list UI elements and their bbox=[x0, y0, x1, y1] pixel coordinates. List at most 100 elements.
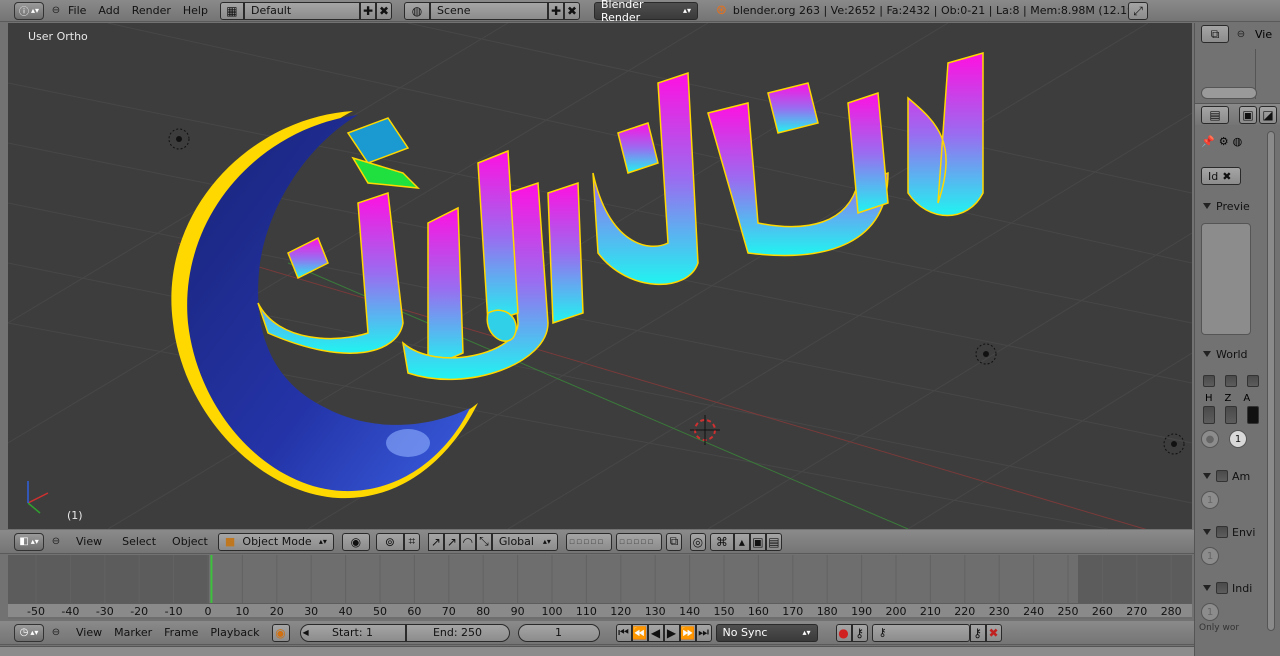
ambient-occlusion-checkbox[interactable] bbox=[1216, 470, 1228, 482]
menu-view[interactable]: View bbox=[70, 626, 108, 639]
lock-layers-icon[interactable]: ⧉ bbox=[665, 532, 682, 551]
menu-render[interactable]: Render bbox=[126, 4, 177, 17]
menu-object[interactable]: Object bbox=[166, 535, 214, 548]
properties-scrollbar[interactable] bbox=[1267, 131, 1275, 631]
menu-playback[interactable]: Playback bbox=[204, 626, 265, 639]
decrement-arrow-icon: ◀ bbox=[302, 628, 309, 637]
unlink-icon[interactable]: ✖ bbox=[1222, 170, 1231, 183]
add-layout-icon[interactable]: ✚ bbox=[359, 1, 376, 20]
play-reverse-icon[interactable]: ◀ bbox=[647, 623, 664, 642]
indirect-lighting-checkbox[interactable] bbox=[1216, 582, 1228, 594]
ambient-color[interactable] bbox=[1247, 406, 1259, 424]
preview-header[interactable]: Previe bbox=[1216, 200, 1250, 213]
world-color-swatch[interactable] bbox=[1225, 375, 1237, 387]
manipulator-scale-icon[interactable]: ⤡ bbox=[475, 532, 492, 551]
menu-marker[interactable]: Marker bbox=[108, 626, 158, 639]
collapse-menus-icon[interactable]: ⊖ bbox=[50, 5, 62, 17]
layer-grid-right[interactable]: ▫▫▫▫▫ bbox=[615, 532, 662, 551]
lamp-icon[interactable] bbox=[1163, 433, 1185, 455]
menu-frame[interactable]: Frame bbox=[158, 626, 204, 639]
timeline-editor[interactable]: -50 -40 -30 -20 -10 0 10 20 30 40 50 60 70 80 90 100 110… bbox=[8, 555, 1192, 619]
collapse-menus-icon[interactable]: ⊖ bbox=[50, 536, 62, 548]
pivot-point-icon[interactable]: ⊚ bbox=[375, 532, 404, 551]
delete-layout-icon[interactable]: ✖ bbox=[375, 1, 392, 20]
layers-toggle-icon[interactable]: ⌗ bbox=[403, 532, 420, 551]
timeline-tick-label: 230 bbox=[988, 605, 1010, 618]
proportional-edit-icon[interactable]: ◎ bbox=[689, 532, 706, 551]
fullscreen-icon[interactable]: ⤢ bbox=[1128, 2, 1148, 20]
delete-scene-icon[interactable]: ✖ bbox=[563, 1, 580, 20]
scene-field[interactable]: Scene bbox=[429, 1, 548, 20]
world-color-swatch[interactable] bbox=[1247, 375, 1259, 387]
indirect-lighting-header[interactable]: Indi bbox=[1232, 582, 1252, 595]
world-color-swatch[interactable] bbox=[1203, 375, 1215, 387]
horizon-color[interactable] bbox=[1203, 406, 1215, 424]
transform-orientation-dropdown[interactable]: Global ▴▾ bbox=[491, 532, 558, 551]
delete-keyframe-icon[interactable]: ✖ bbox=[985, 623, 1002, 642]
end-frame-field[interactable]: End: 250 bbox=[405, 623, 510, 642]
insert-keyframe-icon[interactable]: ⚷ bbox=[969, 623, 986, 642]
jump-to-keyframe-forward-icon[interactable]: ⏩ bbox=[679, 623, 696, 642]
jump-to-end-icon[interactable]: ⏭ bbox=[695, 623, 712, 642]
lamp-icon[interactable] bbox=[168, 128, 190, 150]
menu-select[interactable]: Select bbox=[116, 535, 162, 548]
environment-lighting-header[interactable]: Envi bbox=[1232, 526, 1256, 539]
menu-view-truncated[interactable]: Vie bbox=[1255, 28, 1272, 41]
menu-file[interactable]: File bbox=[62, 4, 92, 17]
zenith-color[interactable] bbox=[1225, 406, 1237, 424]
editor-type-button[interactable]: ⓘ ▴▾ bbox=[14, 1, 44, 20]
indirect-factor[interactable]: 1 bbox=[1201, 603, 1219, 621]
collapse-menus-icon[interactable]: ⊖ bbox=[1235, 28, 1247, 40]
screen-layout-field[interactable]: Default bbox=[243, 1, 360, 20]
menu-help[interactable]: Help bbox=[177, 4, 214, 17]
environment-lighting-checkbox[interactable] bbox=[1216, 526, 1228, 538]
sync-mode-dropdown[interactable]: No Sync ▴▾ bbox=[715, 623, 818, 642]
play-icon[interactable]: ▶ bbox=[663, 623, 680, 642]
pin-icon[interactable]: 📌 bbox=[1201, 135, 1215, 148]
preview-range-icon[interactable]: ◉ bbox=[271, 623, 290, 642]
current-frame-field[interactable]: 1 bbox=[517, 623, 600, 642]
snap-element-icon[interactable]: ▴ bbox=[733, 532, 750, 551]
lamp-icon[interactable] bbox=[975, 343, 997, 365]
world-header[interactable]: World bbox=[1216, 348, 1248, 361]
3d-viewport[interactable]: User Ortho (1) bbox=[8, 23, 1192, 529]
blend-sky-toggle[interactable]: 1 bbox=[1229, 430, 1247, 448]
translate-manipulator-icon[interactable]: ↗ bbox=[427, 532, 444, 551]
keying-set-field[interactable]: ⚷ bbox=[871, 623, 970, 642]
collapse-menus-icon[interactable]: ⊖ bbox=[50, 627, 62, 639]
env-energy[interactable]: 1 bbox=[1201, 547, 1219, 565]
snap-icon[interactable]: ⌘ bbox=[709, 532, 734, 551]
3d-cursor-icon[interactable] bbox=[690, 415, 720, 445]
manipulator-rotate-icon[interactable]: ◠ bbox=[459, 532, 476, 551]
add-scene-icon[interactable]: ✚ bbox=[547, 1, 564, 20]
render-engine-dropdown[interactable]: Blender Render ▴▾ bbox=[593, 0, 698, 24]
mode-dropdown[interactable]: ■ Object Mode ▴▾ bbox=[217, 532, 334, 551]
scene-tab-icon[interactable]: ◪ bbox=[1259, 105, 1277, 124]
menu-view[interactable]: View bbox=[70, 535, 108, 548]
paper-sky-toggle[interactable]: ● bbox=[1201, 430, 1219, 448]
record-icon[interactable]: ● bbox=[835, 623, 852, 642]
start-frame-field[interactable]: ◀ Start: 1 bbox=[299, 623, 406, 642]
editor-type-button[interactable]: ⧉ bbox=[1201, 25, 1229, 43]
manipulator-move-icon[interactable]: ↗ bbox=[443, 532, 460, 551]
keying-set-icon[interactable]: ⚷ bbox=[851, 623, 868, 642]
viewport-shading-icon[interactable]: ◉ bbox=[341, 532, 370, 551]
jump-to-start-icon[interactable]: ⏮ bbox=[615, 623, 632, 642]
ao-factor[interactable]: 1 bbox=[1201, 491, 1219, 509]
world-id-field[interactable]: Id ✖ bbox=[1201, 167, 1241, 185]
timeline-ruler[interactable]: -50 -40 -30 -20 -10 0 10 20 30 40 50 60 70 80 90 100 110… bbox=[8, 603, 1192, 618]
render-image-icon[interactable]: ▣ bbox=[749, 532, 766, 551]
scene-icon[interactable]: ◍ bbox=[403, 1, 430, 20]
ambient-occlusion-header[interactable]: Am bbox=[1232, 470, 1250, 483]
render-tab-icon[interactable]: ▣ bbox=[1239, 105, 1257, 124]
calligraphy-text-object[interactable] bbox=[257, 52, 984, 381]
layer-grid-left[interactable]: ▫▫▫▫▫ bbox=[565, 532, 612, 551]
render-animation-icon[interactable]: ▤ bbox=[765, 532, 782, 551]
properties-editor-icon[interactable]: ▤ bbox=[1201, 105, 1229, 124]
editor-type-button[interactable]: ◷ ▴▾ bbox=[14, 623, 44, 642]
screen-layout-icon[interactable]: ▦ bbox=[219, 1, 244, 20]
outliner-hscrollbar[interactable] bbox=[1201, 87, 1257, 99]
editor-type-button[interactable]: ◧ ▴▾ bbox=[14, 532, 44, 551]
jump-to-keyframe-back-icon[interactable]: ⏪ bbox=[631, 623, 648, 642]
menu-add[interactable]: Add bbox=[92, 4, 125, 17]
